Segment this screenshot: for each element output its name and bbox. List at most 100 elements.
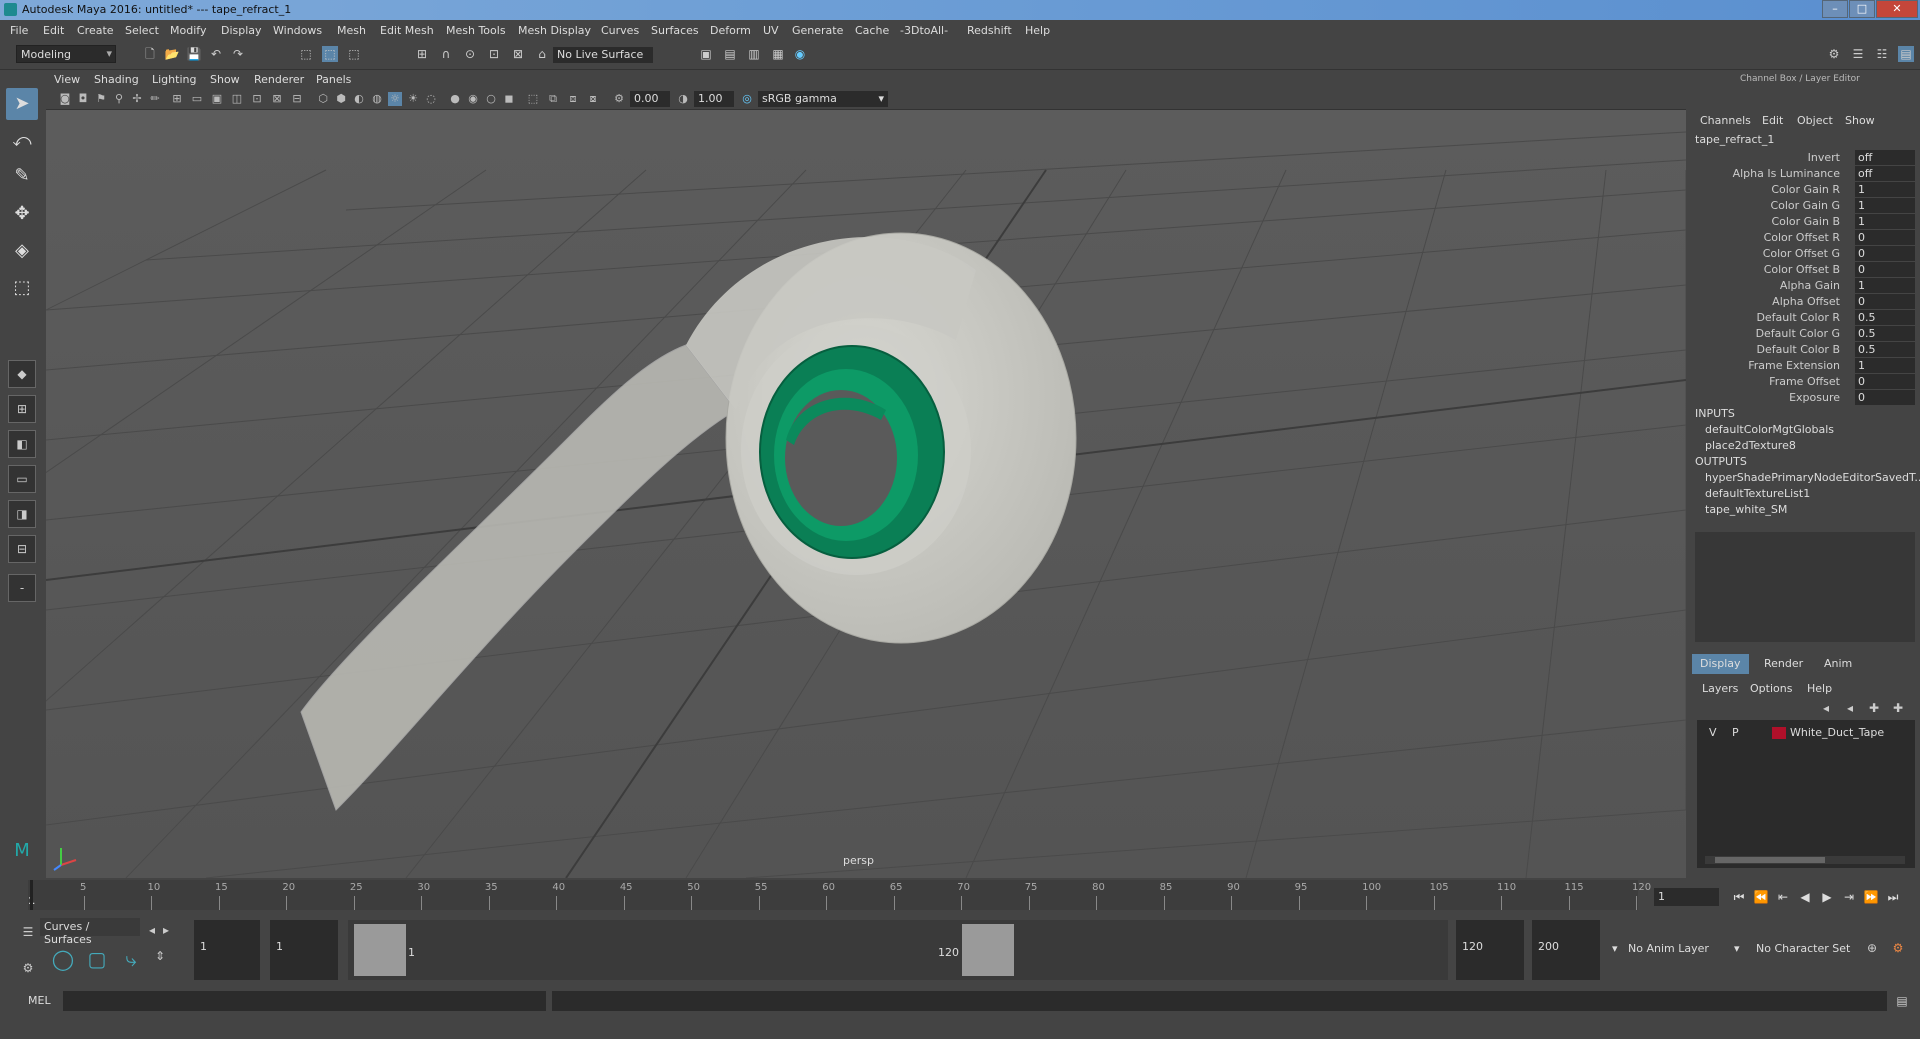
step-back-key-icon[interactable]: ⏪ [1752,888,1770,906]
camera-icon[interactable]: ◙ [58,92,72,106]
playback-start-field[interactable]: 1 [270,920,338,980]
channels-menu[interactable]: Channels [1700,114,1751,127]
smooth-shade-icon[interactable]: ⬢ [334,92,348,106]
menu-redshift[interactable]: Redshift [967,24,1012,37]
xray-icon[interactable]: ⬚ [526,92,540,106]
ipr-render-icon[interactable]: ▥ [746,46,762,62]
render-view-icon[interactable]: ▣ [698,46,714,62]
attr-row[interactable]: Frame Extension 1 [1690,358,1920,374]
step-forward-key-icon[interactable]: ⏩ [1862,888,1880,906]
layer-name[interactable]: White_Duct_Tape [1790,726,1884,739]
attr-row[interactable]: Invert off [1690,150,1920,166]
undo-icon[interactable]: ↶ [208,46,224,62]
menu-generate[interactable]: Generate [792,24,843,37]
select-object-icon[interactable]: ⬚ [322,46,338,62]
snap-view-icon[interactable]: ⊡ [486,46,502,62]
safe-title-icon[interactable]: ⊟ [290,92,304,106]
step-back-frame-icon[interactable]: ⇤ [1774,888,1792,906]
play-forwards-icon[interactable]: ▶ [1818,888,1836,906]
snap-surface-icon[interactable]: ⊠ [510,46,526,62]
command-input[interactable] [63,991,546,1011]
time-slider[interactable]: 1 5 10 15 20 25 30 35 40 45 50 55 60 65 70 75 80 85 90 95 1… [0,878,1920,912]
exposure-field[interactable]: 0.00 [630,91,670,107]
persp-graph-layout-button[interactable]: ◧ [8,430,36,458]
lasso-tool-icon[interactable]: ⤺ [6,125,38,157]
rotate-tool-icon[interactable]: ◈ [6,235,38,267]
backface-culling-icon[interactable]: ⧇ [586,92,600,106]
grease-pencil-icon[interactable]: ✏ [148,92,162,106]
panel-menu-renderer[interactable]: Renderer [254,73,304,86]
menu-curves[interactable]: Curves [601,24,639,37]
xray-components-icon[interactable]: ⧈ [566,92,580,106]
viewport-panel[interactable]: View Shading Lighting Show Renderer Pane… [46,70,1686,878]
menu-set-selector[interactable]: Modeling ▾ [16,45,116,63]
make-live-icon[interactable]: ⌂ [534,46,550,62]
attr-value[interactable]: 1 [1855,278,1915,293]
tab-render[interactable]: Render [1756,654,1811,674]
nurbs-circle-icon[interactable]: ◯ [50,946,76,972]
persp-outliner-layout-button[interactable]: ▭ [8,465,36,493]
animation-preferences-icon[interactable]: ⚙ [1890,940,1906,956]
attr-row[interactable]: Color Offset R 0 [1690,230,1920,246]
close-button[interactable]: ✕ [1876,0,1918,18]
layer-visibility-toggle[interactable]: V [1709,726,1717,739]
outliner-persp-layout-button[interactable]: ◨ [8,500,36,528]
menu-mesh[interactable]: Mesh [337,24,366,37]
menu-file[interactable]: File [10,24,28,37]
film-gate-icon[interactable]: ▭ [190,92,204,106]
hypershade-icon[interactable]: ◉ [792,46,808,62]
grid-icon[interactable]: ⊞ [170,92,184,106]
edit-menu[interactable]: Edit [1762,114,1783,127]
move-tool-icon[interactable]: ✥ [6,198,38,230]
input-node[interactable]: place2dTexture8 [1705,439,1796,452]
image-plane-icon[interactable]: ⚲ [112,92,126,106]
attr-value[interactable]: 0 [1855,294,1915,309]
attr-row[interactable]: Color Offset G 0 [1690,246,1920,262]
attr-row[interactable]: Color Gain B 1 [1690,214,1920,230]
hypershade-layout-button[interactable]: ⊟ [8,535,36,563]
output-node[interactable]: defaultTextureList1 [1705,487,1810,500]
layer-scrollbar[interactable] [1705,856,1905,864]
minimize-button[interactable]: – [1822,0,1848,18]
attr-value[interactable]: 1 [1855,214,1915,229]
layer-row[interactable]: V P White_Duct_Tape [1697,724,1915,742]
attr-value[interactable]: 1 [1855,182,1915,197]
shadows-icon[interactable]: ☀ [406,92,420,106]
menu-3dtoall[interactable]: -3DtoAll- [900,24,948,37]
help-menu[interactable]: Help [1807,682,1832,695]
script-editor-icon[interactable]: ▤ [1894,993,1910,1009]
depth-of-field-icon[interactable]: ○ [484,92,498,106]
textured-icon[interactable]: ◍ [370,92,384,106]
menu-cache[interactable]: Cache [855,24,889,37]
snap-grid-icon[interactable]: ⊞ [414,46,430,62]
go-to-start-icon[interactable]: ⏮ [1730,888,1748,906]
four-view-layout-button[interactable]: ⊞ [8,395,36,423]
layers-menu[interactable]: Layers [1702,682,1738,695]
attr-value[interactable]: 0 [1855,262,1915,277]
play-backwards-icon[interactable]: ◀ [1796,888,1814,906]
command-language-label[interactable]: MEL [28,994,51,1007]
bookmark-icon[interactable]: ⚑ [94,92,108,106]
shaded-wireframe-icon[interactable]: ◐ [352,92,366,106]
menu-modify[interactable]: Modify [170,24,206,37]
field-chart-icon[interactable]: ⊡ [250,92,264,106]
attr-row[interactable]: Alpha Offset 0 [1690,294,1920,310]
attr-row[interactable]: Color Gain G 1 [1690,198,1920,214]
render-frame-icon[interactable]: ▤ [722,46,738,62]
attr-value[interactable]: 1 [1855,198,1915,213]
menu-display[interactable]: Display [221,24,262,37]
panel-menu-panels[interactable]: Panels [316,73,351,86]
attr-value[interactable]: 0.5 [1855,310,1915,325]
attr-row[interactable]: Alpha Gain 1 [1690,278,1920,294]
use-all-lights-icon[interactable]: ☼ [388,92,402,106]
color-management-icon[interactable]: ◎ [740,92,754,106]
attr-value[interactable]: 0 [1855,374,1915,389]
isolate-select-icon[interactable]: ◼ [502,92,516,106]
wireframe-icon[interactable]: ⬡ [316,92,330,106]
character-set-select[interactable]: No Character Set [1756,942,1850,955]
move-layer-down-icon[interactable]: ◂ [1842,700,1858,716]
shelf-scroll-icon[interactable]: ⇕ [152,948,168,964]
tool-settings-icon[interactable]: ☷ [1874,46,1890,62]
snap-curve-icon[interactable]: ∩ [438,46,454,62]
auto-key-icon[interactable]: ⊕ [1864,940,1880,956]
